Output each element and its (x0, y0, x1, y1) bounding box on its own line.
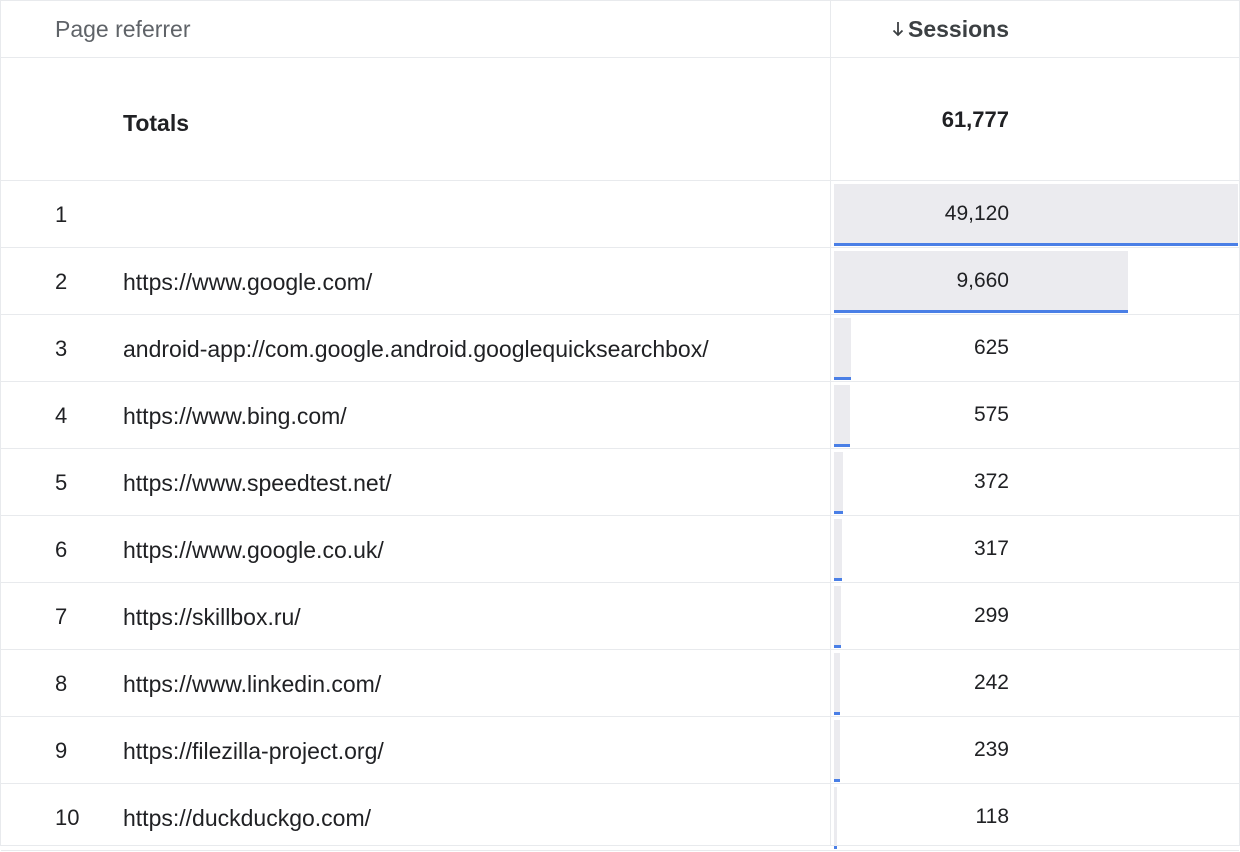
report-table: Page referrer Sessions Totals 61,777 1 49… (0, 0, 1240, 851)
row-index: 6 (55, 537, 68, 562)
row-sessions: 372 (973, 470, 1009, 493)
row-sessions: 625 (973, 336, 1009, 359)
totals-label: Totals (123, 110, 190, 136)
table-row[interactable]: 9 https://filezilla-project.org/239 (1, 717, 1239, 784)
sessions-header[interactable]: Sessions (831, 1, 1009, 57)
row-referrer[interactable]: https://filezilla-project.org/ (123, 717, 384, 783)
row-sessions: 317 (973, 537, 1009, 560)
sessions-header-label: Sessions (908, 16, 1009, 42)
row-index: 3 (55, 336, 68, 361)
table-row[interactable]: 6 https://www.google.co.uk/317 (1, 516, 1239, 583)
row-referrer[interactable]: https://www.google.co.uk/ (123, 516, 384, 582)
row-sessions: 9,660 (956, 269, 1009, 292)
row-sessions: 575 (973, 403, 1009, 426)
table-row[interactable]: 2 https://www.google.com/9,660 (1, 248, 1239, 315)
row-referrer[interactable]: https://skillbox.ru/ (123, 583, 301, 649)
row-sessions: 299 (973, 604, 1009, 627)
table-header: Page referrer Sessions (1, 1, 1239, 58)
table-row[interactable]: 1 49,120 (1, 181, 1239, 248)
row-sessions: 49,120 (944, 202, 1009, 225)
row-index: 5 (55, 470, 68, 495)
row-sessions: 118 (975, 805, 1009, 828)
row-index: 10 (55, 805, 80, 830)
totals-value: 61,777 (941, 107, 1009, 132)
dimension-header[interactable]: Page referrer (55, 1, 191, 57)
row-sessions: 239 (973, 738, 1009, 761)
table-row[interactable]: 5 https://www.speedtest.net/372 (1, 449, 1239, 516)
row-referrer[interactable]: https://www.speedtest.net/ (123, 449, 391, 515)
row-index: 7 (55, 604, 68, 629)
row-referrer[interactable]: https://www.bing.com/ (123, 382, 347, 448)
row-referrer[interactable]: android-app://com.google.android.googleq… (123, 315, 709, 381)
arrow-down-icon (892, 22, 904, 37)
table-row[interactable]: 7 https://skillbox.ru/299 (1, 583, 1239, 650)
row-index: 9 (55, 738, 68, 763)
table-row[interactable]: 10 https://duckduckgo.com/118 (1, 784, 1239, 851)
totals-row: Totals 61,777 (1, 58, 1239, 181)
row-sessions: 242 (973, 671, 1009, 694)
row-referrer[interactable]: https://duckduckgo.com/ (123, 784, 371, 850)
row-index: 2 (55, 269, 68, 294)
row-referrer[interactable]: https://www.linkedin.com/ (123, 650, 381, 716)
table-row[interactable]: 8 https://www.linkedin.com/242 (1, 650, 1239, 717)
row-index: 1 (55, 202, 68, 227)
row-index: 8 (55, 671, 68, 696)
row-referrer[interactable]: https://www.google.com/ (123, 248, 372, 314)
table-row[interactable]: 4 https://www.bing.com/575 (1, 382, 1239, 449)
row-index: 4 (55, 403, 68, 428)
table-row[interactable]: 3 android-app://com.google.android.google… (1, 315, 1239, 382)
